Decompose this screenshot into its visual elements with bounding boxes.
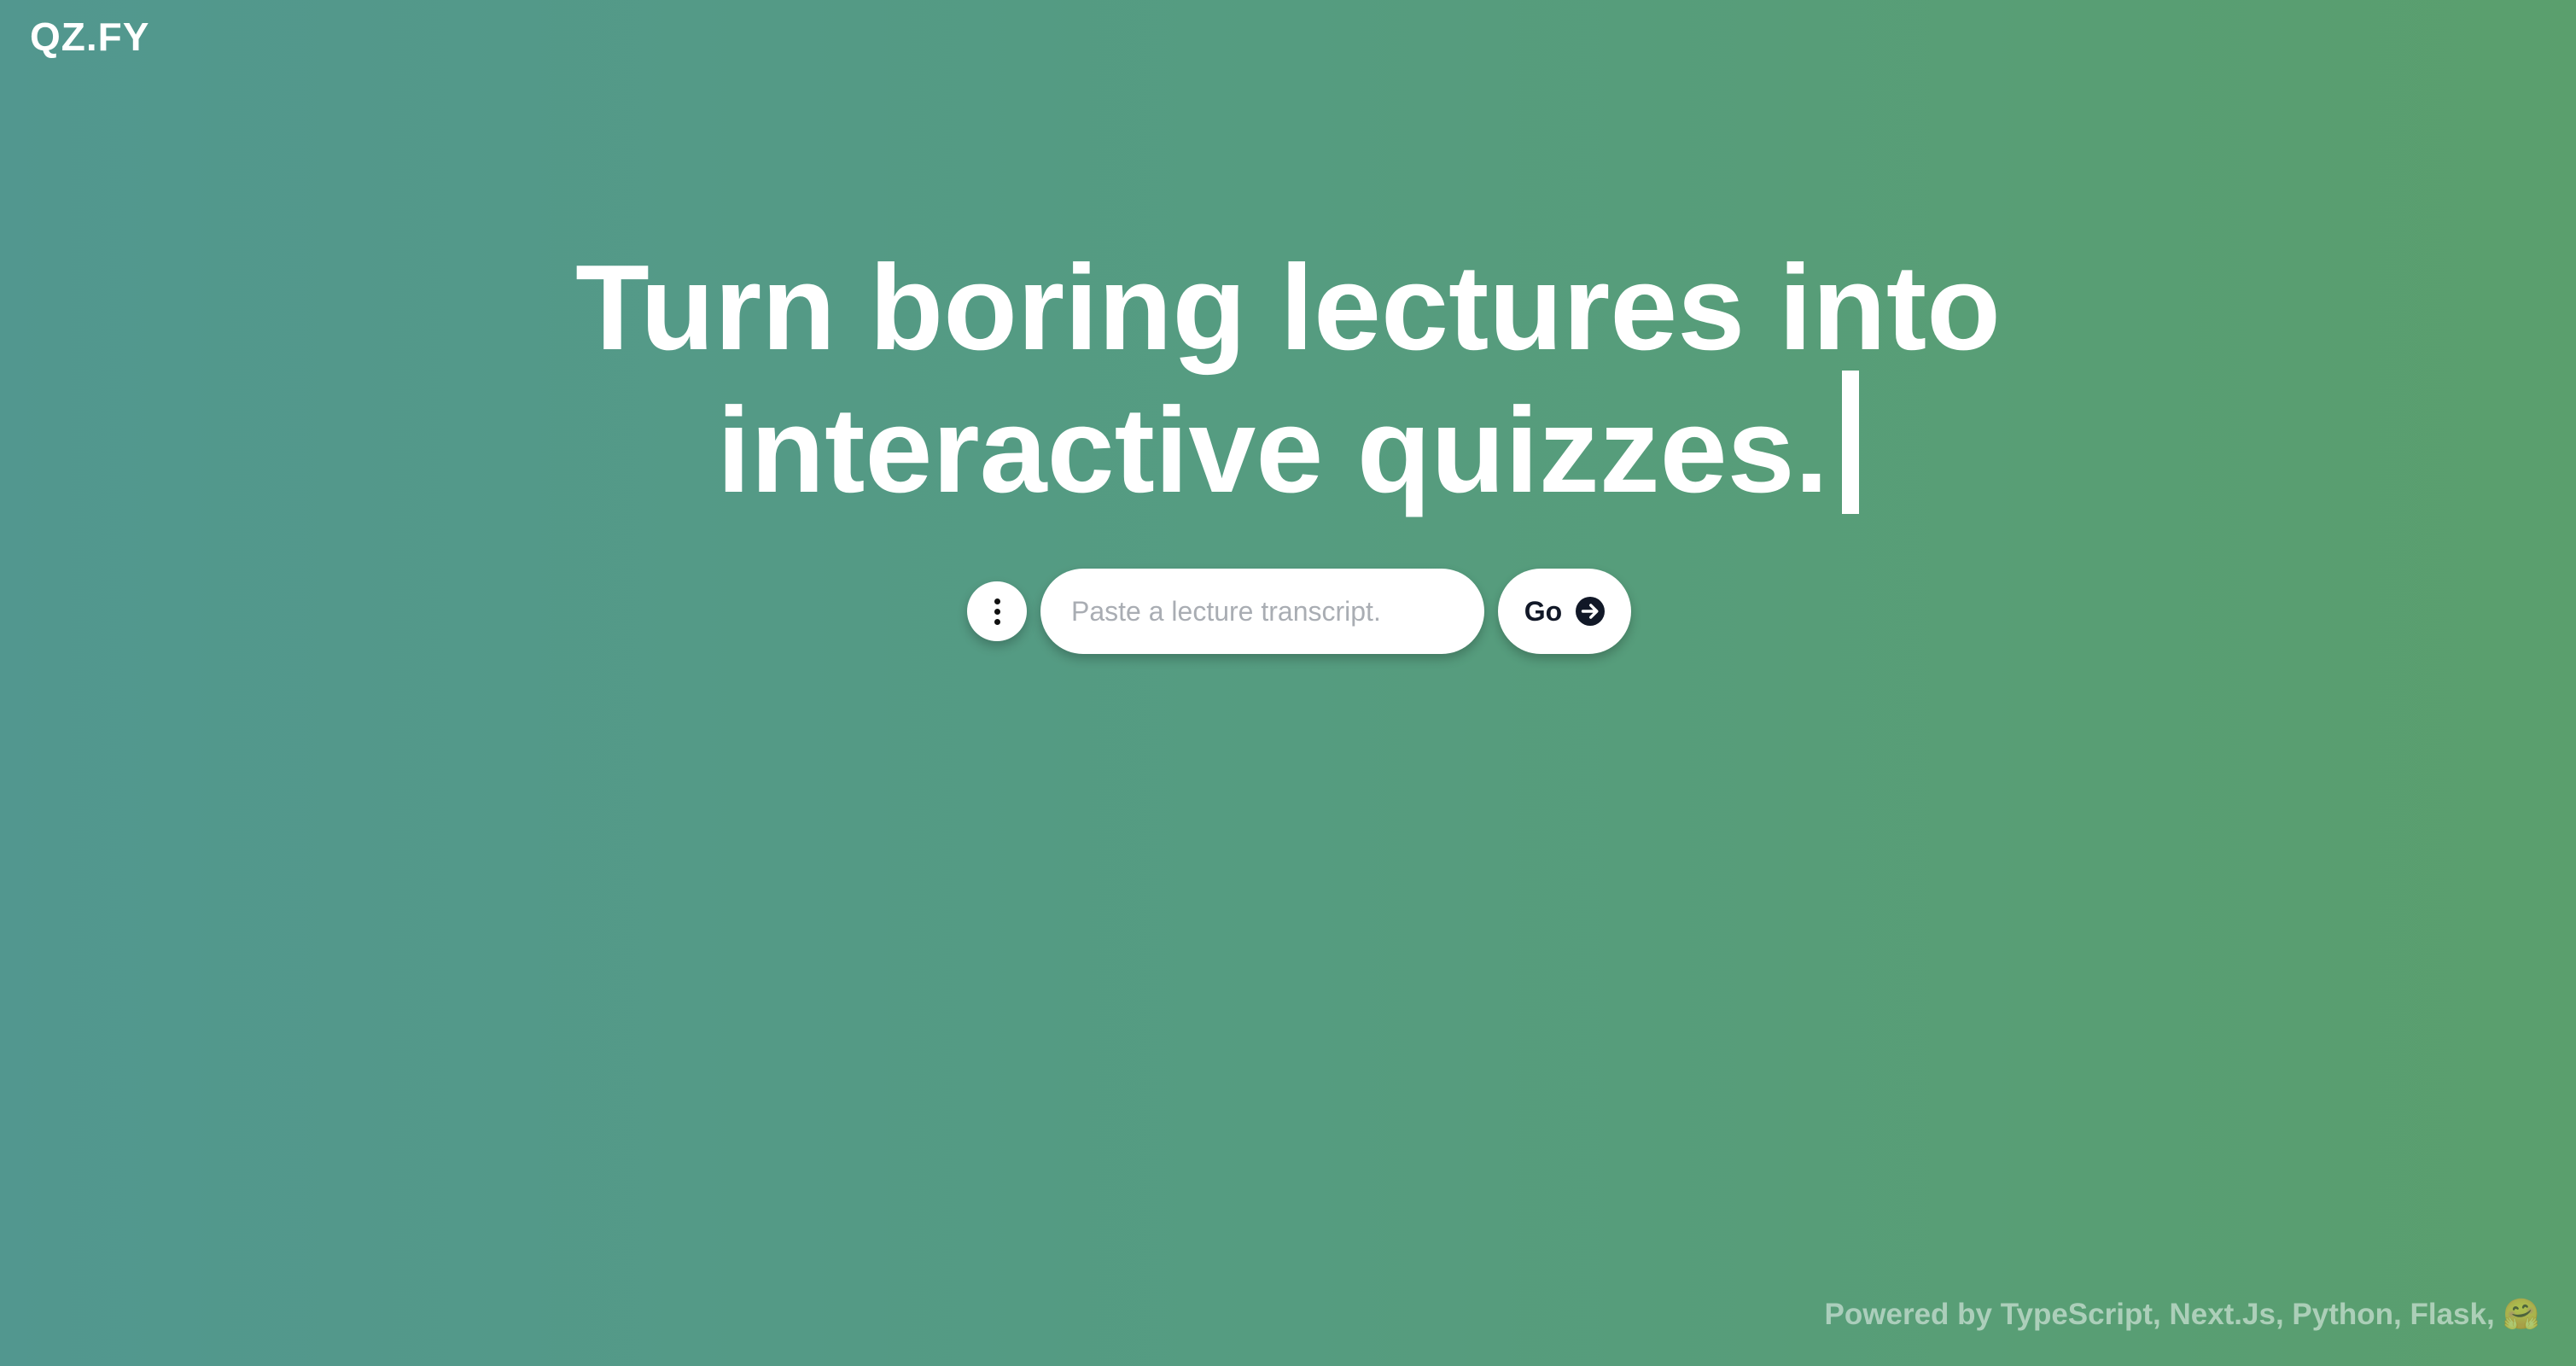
transcript-input[interactable] [1069,594,1455,628]
hero-line-2: interactive quizzes. [716,382,1829,518]
transcript-controls: Go [967,569,1631,654]
go-label: Go [1524,595,1563,627]
hero-line-2-wrapper: interactive quizzes. [0,371,2576,514]
hero-headline: Turn boring lectures into interactive qu… [0,246,2576,514]
hero-line-1: Turn boring lectures into [575,240,2001,376]
options-menu-button[interactable] [967,581,1027,641]
go-button[interactable]: Go [1498,569,1631,654]
vertical-dots-icon [994,596,1000,627]
transcript-input-container [1040,569,1484,654]
logo[interactable]: QZ.FY [30,12,149,61]
arrow-right-circle-icon [1576,597,1606,626]
typing-cursor [1842,371,1860,514]
powered-by-footer: Powered by TypeScript, Next.Js, Python, … [1824,1298,2540,1331]
